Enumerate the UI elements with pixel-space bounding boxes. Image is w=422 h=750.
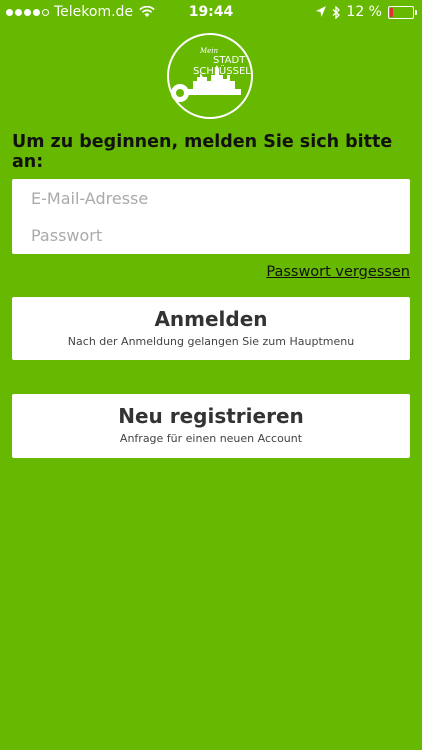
password-field[interactable] xyxy=(29,223,393,247)
register-button-subtitle: Anfrage für einen neuen Account xyxy=(119,432,303,445)
register-button-title: Neu registrieren xyxy=(118,404,304,428)
svg-text:SCHLÜSSEL: SCHLÜSSEL xyxy=(193,64,251,77)
forgot-password-link[interactable]: Passwort vergessen xyxy=(266,264,410,280)
battery-percent: 12 % xyxy=(346,4,382,20)
login-button-subtitle: Nach der Anmeldung gelangen Sie zum Haup… xyxy=(67,335,355,348)
login-form xyxy=(12,179,410,254)
svg-text:STADT: STADT xyxy=(213,55,246,66)
stadtschluessel-logo: Mein STADT SCHLÜSSEL xyxy=(167,33,253,119)
battery-fill xyxy=(390,7,393,17)
svg-text:Mein: Mein xyxy=(199,47,219,55)
battery-icon xyxy=(388,5,417,19)
bluetooth-icon xyxy=(332,5,341,19)
status-bar: Telekom.de 19:44 12 % xyxy=(0,0,422,24)
login-button[interactable]: Anmelden Nach der Anmeldung gelangen Sie… xyxy=(12,297,410,360)
status-right: 12 % xyxy=(316,4,417,20)
page-title: Um zu beginnen, melden Sie sich bitte an… xyxy=(12,132,393,172)
location-arrow-icon xyxy=(316,6,327,17)
login-button-title: Anmelden xyxy=(154,307,268,331)
register-button[interactable]: Neu registrieren Anfrage für einen neuen… xyxy=(12,394,410,458)
email-field[interactable] xyxy=(29,186,393,210)
